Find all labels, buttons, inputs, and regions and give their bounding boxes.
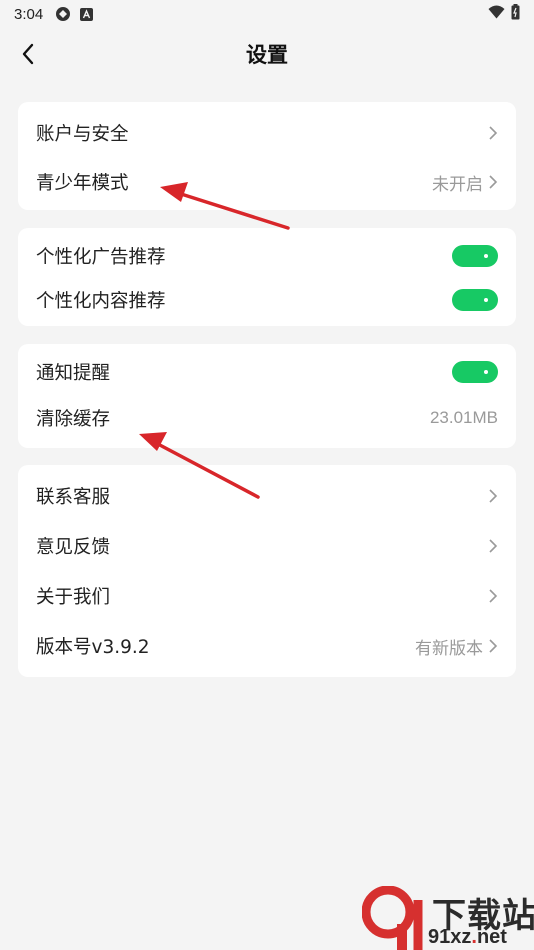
watermark: 下载站 91xz.net	[362, 886, 534, 950]
settings-group-recommendation: 个性化广告推荐 个性化内容推荐	[18, 228, 516, 326]
sync-icon	[55, 6, 71, 22]
teen-mode-status: 未开启	[432, 174, 483, 194]
settings-item-label: 青少年模式	[36, 173, 129, 194]
personalized-ads-toggle[interactable]	[452, 245, 498, 267]
settings-item-label: 清除缓存	[36, 409, 111, 430]
watermark-domain-name: 91xz	[428, 926, 472, 948]
chevron-right-icon	[489, 126, 498, 140]
settings-item-clear-cache[interactable]: 清除缓存 23.01MB	[18, 396, 516, 440]
settings-item-label: 意见反馈	[36, 537, 111, 558]
settings-group-about: 联系客服 意见反馈 关于我们 版本号v3.9.2 有新版本	[18, 465, 516, 677]
update-status: 有新版本	[415, 638, 483, 658]
settings-item-teen-mode[interactable]: 青少年模式 未开启	[18, 160, 516, 204]
status-bar: 3:04	[0, 0, 534, 28]
wifi-icon	[488, 5, 505, 23]
personalized-content-toggle[interactable]	[452, 289, 498, 311]
toggle-knob	[484, 298, 488, 302]
settings-item-feedback[interactable]: 意见反馈	[18, 524, 516, 568]
chevron-right-icon	[489, 489, 498, 503]
cache-size: 23.01MB	[429, 408, 498, 427]
settings-item-personalized-ads: 个性化广告推荐	[18, 234, 516, 278]
settings-item-about-us[interactable]: 关于我们	[18, 574, 516, 618]
toggle-knob	[484, 254, 488, 258]
status-time: 3:04	[14, 5, 44, 23]
settings-item-label: 联系客服	[36, 487, 111, 508]
watermark-logo-icon	[362, 886, 423, 950]
settings-item-label: 关于我们	[36, 587, 111, 608]
settings-item-label: 版本号v3.9.2	[36, 637, 150, 658]
chevron-right-icon	[489, 589, 498, 603]
settings-item-label: 通知提醒	[36, 363, 111, 384]
settings-item-account-security[interactable]: 账户与安全	[18, 111, 516, 155]
app-notification-icon	[80, 7, 94, 21]
chevron-right-icon	[489, 539, 498, 553]
back-button[interactable]	[14, 40, 42, 68]
chevron-right-icon	[489, 639, 498, 653]
page-header: 设置	[0, 30, 534, 78]
back-arrow-icon	[22, 43, 34, 65]
settings-group-account: 账户与安全 青少年模式 未开启	[18, 102, 516, 210]
notifications-toggle[interactable]	[452, 361, 498, 383]
watermark-domain-tld: net	[476, 926, 507, 948]
settings-item-contact-support[interactable]: 联系客服	[18, 474, 516, 518]
settings-item-version[interactable]: 版本号v3.9.2 有新版本	[18, 624, 516, 668]
toggle-knob	[484, 370, 488, 374]
settings-group-system: 通知提醒 清除缓存 23.01MB	[18, 344, 516, 448]
settings-item-personalized-content: 个性化内容推荐	[18, 278, 516, 322]
settings-item-label: 个性化广告推荐	[36, 247, 166, 268]
chevron-right-icon	[489, 175, 498, 189]
battery-icon	[511, 4, 520, 24]
settings-item-label: 账户与安全	[36, 124, 129, 145]
page-title: 设置	[246, 43, 288, 67]
watermark-domain: 91xz.net	[428, 926, 507, 949]
settings-item-notifications: 通知提醒	[18, 350, 516, 394]
settings-item-label: 个性化内容推荐	[36, 291, 166, 312]
